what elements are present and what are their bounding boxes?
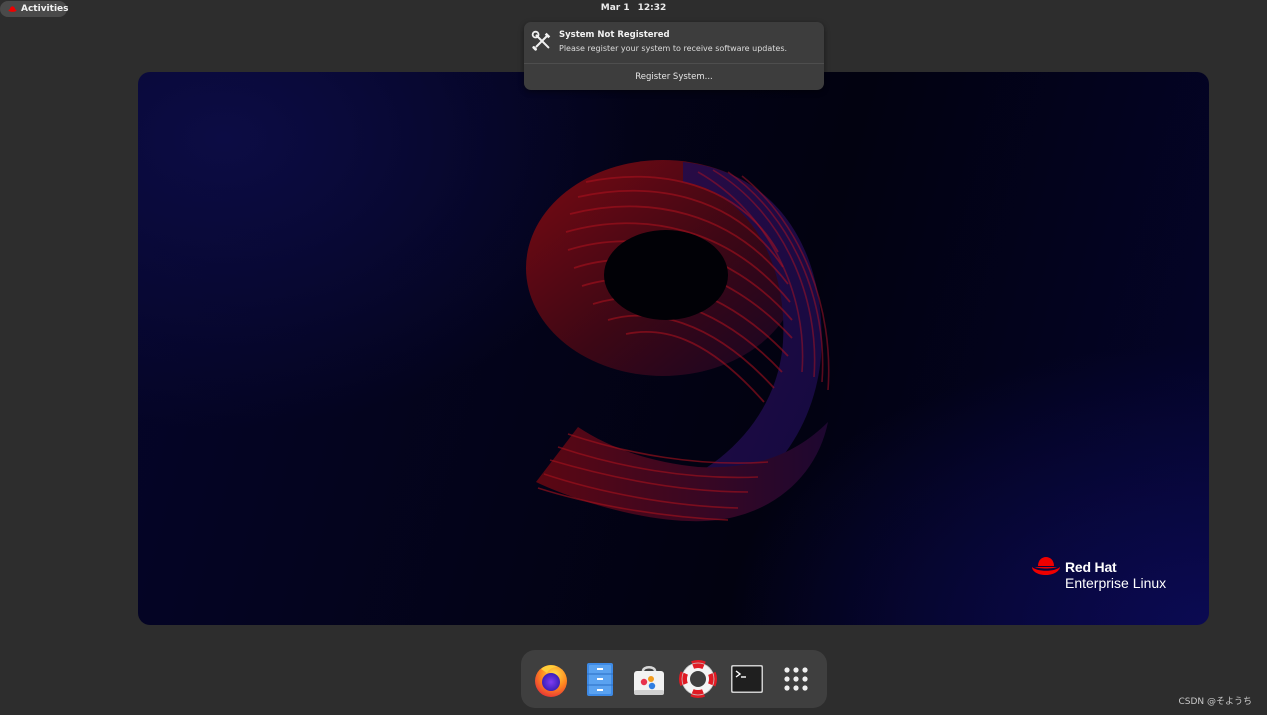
notification-body: Please register your system to receive s… xyxy=(559,44,788,53)
register-system-button[interactable]: Register System... xyxy=(524,64,824,90)
notification-content[interactable]: System Not Registered Please register yo… xyxy=(524,22,824,63)
software-launcher[interactable] xyxy=(629,659,669,699)
files-icon xyxy=(587,663,613,696)
product-name: Enterprise Linux xyxy=(1065,575,1167,591)
dash xyxy=(521,650,827,708)
watermark: CSDN @そようち xyxy=(1178,697,1252,707)
firefox-launcher[interactable] xyxy=(531,659,571,699)
firefox-icon xyxy=(535,665,567,697)
clock-time: 12:32 xyxy=(637,3,667,13)
clock[interactable]: Mar 1 12:32 xyxy=(0,3,1267,13)
software-center-icon xyxy=(634,666,664,695)
app-grid-icon xyxy=(784,667,808,691)
files-launcher[interactable] xyxy=(580,659,620,699)
workspace-thumbnail[interactable]: Red Hat Enterprise Linux xyxy=(138,72,1209,625)
version-nine-graphic xyxy=(526,160,830,522)
show-apps-button[interactable] xyxy=(776,659,816,699)
terminal-launcher[interactable] xyxy=(727,659,767,699)
clock-date: Mar 1 xyxy=(600,3,630,13)
tools-icon xyxy=(531,30,551,51)
terminal-icon xyxy=(731,665,763,693)
help-launcher[interactable] xyxy=(678,659,718,699)
notification-banner[interactable]: System Not Registered Please register yo… xyxy=(524,22,824,90)
brand-name: Red Hat xyxy=(1065,559,1117,575)
notification-title: System Not Registered xyxy=(559,30,670,40)
help-icon xyxy=(679,660,717,698)
redhat-hat-logo-icon xyxy=(1032,557,1060,575)
